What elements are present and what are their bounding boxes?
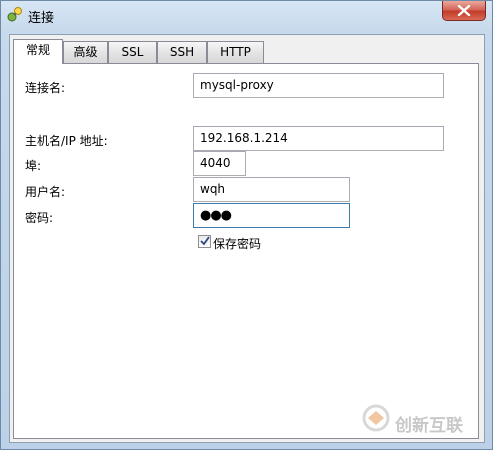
connection-name-field[interactable]: mysql-proxy <box>193 73 444 98</box>
tab-ssh[interactable]: SSH <box>157 41 207 63</box>
save-password-checkbox[interactable] <box>198 235 211 248</box>
watermark-text: 创新互联 <box>395 416 463 436</box>
window-title: 连接 <box>28 11 55 26</box>
title-bar[interactable]: 连接 <box>1 1 493 31</box>
host-label: 主机名/IP 地址: <box>25 134 108 148</box>
tab-ssl[interactable]: SSL <box>108 41 157 63</box>
checkmark-icon <box>200 236 210 246</box>
password-label: 密码: <box>25 211 54 225</box>
username-field[interactable]: wqh <box>193 177 350 202</box>
close-button[interactable] <box>442 1 486 21</box>
connection-icon <box>7 6 23 22</box>
password-field[interactable]: ●●● <box>193 203 350 228</box>
username-label: 用户名: <box>25 185 66 199</box>
connection-name-label: 连接名: <box>25 81 66 95</box>
port-label: 埠: <box>25 159 42 173</box>
port-field[interactable]: 4040 <box>193 151 246 176</box>
tab-general[interactable]: 常规 <box>13 39 63 64</box>
tab-http[interactable]: HTTP <box>207 41 264 63</box>
watermark-logo-icon <box>359 403 393 436</box>
host-field[interactable]: 192.168.1.214 <box>193 126 444 151</box>
save-password-label: 保存密码 <box>213 237 262 251</box>
close-icon <box>457 5 471 16</box>
tab-advanced[interactable]: 高级 <box>63 41 108 63</box>
connection-dialog: 连接 常规 高级 SSL SSH HTTP 连接名: mysql-proxy 主… <box>0 0 493 450</box>
